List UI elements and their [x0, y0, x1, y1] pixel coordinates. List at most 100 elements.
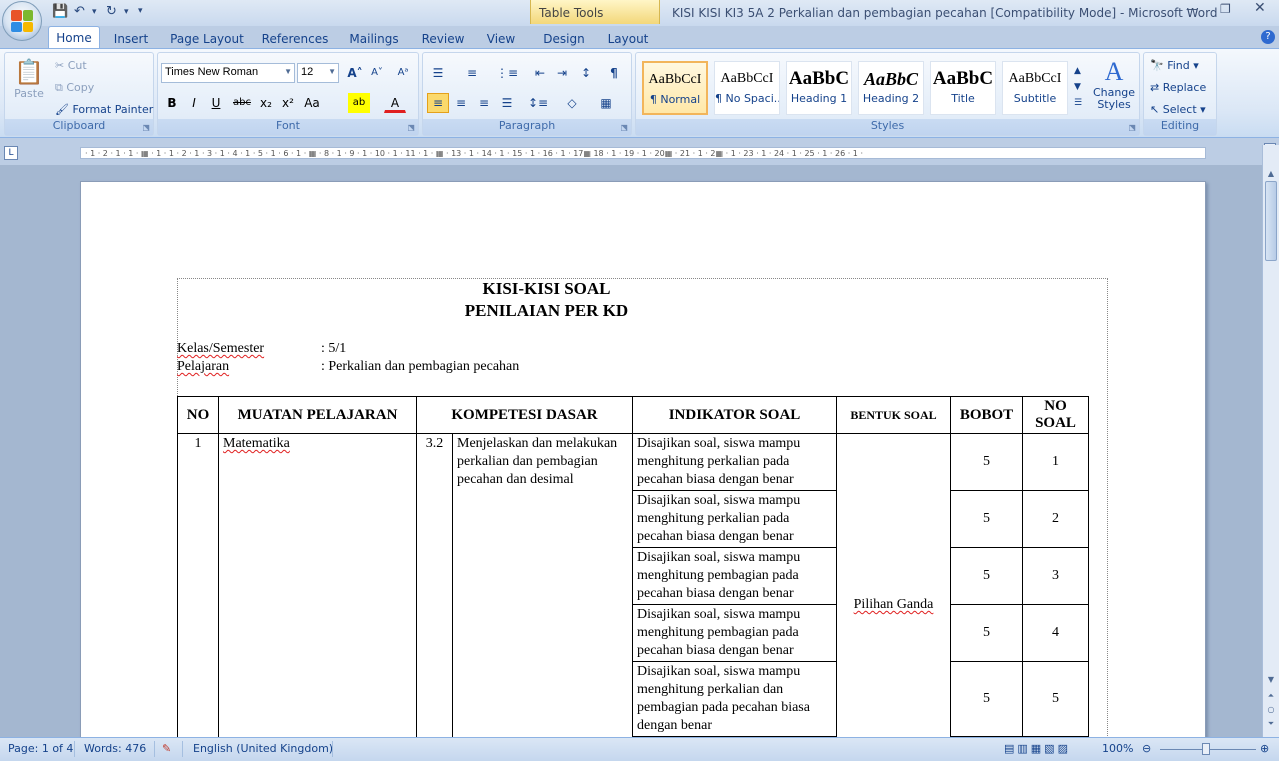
bold-icon[interactable]: B — [161, 93, 183, 113]
shrink-font-icon[interactable]: A˅ — [366, 63, 388, 83]
underline-icon[interactable]: U — [205, 93, 227, 113]
tab-design[interactable]: Design — [536, 28, 592, 48]
borders-icon[interactable]: ▦ — [595, 93, 617, 113]
scroll-thumb[interactable] — [1265, 181, 1277, 261]
superscript-icon[interactable]: x² — [277, 93, 299, 113]
undo-dropdown-icon[interactable]: ▾ — [92, 7, 97, 17]
multilevel-list-icon[interactable]: ⋮≡ — [495, 63, 518, 83]
pilcrow-icon[interactable]: ¶ — [603, 63, 625, 83]
increase-indent-icon[interactable]: ⇥ — [551, 63, 573, 83]
change-case-icon[interactable]: Aa — [301, 93, 323, 113]
change-styles-icon: A — [1104, 57, 1124, 86]
font-color-icon[interactable]: A — [384, 93, 406, 113]
tab-view[interactable]: View — [480, 28, 522, 48]
help-icon[interactable]: ? — [1261, 30, 1275, 44]
align-right-icon[interactable]: ≡ — [473, 93, 495, 113]
tab-page-layout[interactable]: Page Layout — [170, 28, 244, 48]
justify-icon[interactable]: ☰ — [496, 93, 518, 113]
replace-button[interactable]: ⇄ Replace — [1150, 81, 1206, 94]
clipboard-launcher-icon[interactable]: ⬔ — [142, 123, 150, 132]
change-styles-label: Change Styles — [1092, 86, 1136, 111]
styles-launcher-icon[interactable]: ⬔ — [1128, 123, 1136, 132]
sort-icon[interactable]: ↕ — [575, 63, 597, 83]
shading-icon[interactable]: ◇ — [561, 93, 583, 113]
font-name-combo[interactable]: Times New Roman ▼ — [161, 63, 295, 83]
tab-mailings[interactable]: Mailings — [344, 28, 404, 48]
proofing-icon[interactable]: ✎ — [162, 742, 171, 755]
highlight-icon[interactable]: ab — [348, 93, 370, 113]
clear-formatting-icon[interactable]: Aᵃ — [392, 63, 414, 83]
italic-icon[interactable]: I — [183, 93, 205, 113]
restore-icon[interactable]: ❐ — [1220, 2, 1231, 16]
style-no-spacing[interactable]: AaBbCcI ¶ No Spaci... — [714, 61, 780, 115]
font-launcher-icon[interactable]: ⬔ — [407, 123, 415, 132]
style-heading-2[interactable]: AaBbC Heading 2 — [858, 61, 924, 115]
font-size-combo[interactable]: 12 ▼ — [297, 63, 339, 83]
style-normal[interactable]: AaBbCcI ¶ Normal — [642, 61, 708, 115]
select-button[interactable]: ↖ Select ▾ — [1150, 103, 1206, 116]
bullets-icon[interactable]: ☰ — [427, 63, 449, 83]
change-styles-button[interactable]: A Change Styles — [1090, 57, 1138, 111]
zoom-out-icon[interactable]: ⊖ — [1142, 742, 1151, 755]
paste-button[interactable]: 📋 Paste — [11, 57, 47, 100]
tab-references[interactable]: References — [260, 28, 330, 48]
office-button[interactable] — [2, 1, 42, 41]
minimize-icon[interactable]: — — [1186, 2, 1198, 16]
doc-heading-2: PENILAIAN PER KD — [464, 301, 629, 320]
scroll-down-icon[interactable]: ▼ — [1074, 79, 1082, 95]
grow-font-icon[interactable]: A˄ — [344, 63, 366, 83]
tab-layout[interactable]: Layout — [602, 28, 654, 48]
decrease-indent-icon[interactable]: ⇤ — [529, 63, 551, 83]
undo-icon[interactable]: ↶ — [74, 4, 85, 19]
align-left-icon[interactable]: ≡ — [427, 93, 449, 113]
style-name: Title — [951, 92, 975, 105]
close-icon[interactable]: ✕ — [1254, 0, 1266, 16]
previous-page-icon[interactable]: ⏶ — [1263, 691, 1279, 701]
browse-object-icon[interactable]: ○ — [1263, 705, 1279, 714]
window-title: KISI KISI KI3 5A 2 Perkalian dan pembagi… — [672, 6, 1218, 20]
scroll-down-icon[interactable]: ▼ — [1263, 675, 1279, 684]
next-page-icon[interactable]: ⏷ — [1263, 719, 1279, 729]
vertical-scrollbar[interactable]: ▲ ▼ ⏶ ○ ⏷ — [1262, 145, 1279, 737]
zoom-slider-handle[interactable] — [1202, 743, 1210, 755]
paragraph-launcher-icon[interactable]: ⬔ — [620, 123, 628, 132]
style-heading-1[interactable]: AaBbC Heading 1 — [786, 61, 852, 115]
redo-icon[interactable]: ↻ — [106, 4, 117, 19]
cut-button[interactable]: ✂ Cut — [55, 59, 87, 72]
status-bar: Page: 1 of 4 Words: 476 ✎ English (Unite… — [0, 737, 1279, 761]
tab-home[interactable]: Home — [48, 26, 100, 49]
save-icon[interactable]: 💾 — [52, 4, 68, 19]
style-title[interactable]: AaBbC Title — [930, 61, 996, 115]
customize-toolbar-icon[interactable]: ▾ — [138, 6, 143, 16]
language[interactable]: English (United Kingdom) — [193, 742, 333, 755]
strikethrough-icon[interactable]: abc — [231, 93, 253, 113]
more-styles-icon[interactable]: ☰ — [1074, 95, 1082, 111]
tab-insert[interactable]: Insert — [108, 28, 154, 48]
styles-scroll[interactable]: ▲ ▼ ☰ — [1074, 63, 1082, 111]
word-count[interactable]: Words: 476 — [84, 742, 146, 755]
page-count[interactable]: Page: 1 of 4 — [8, 742, 73, 755]
tab-review[interactable]: Review — [418, 28, 468, 48]
subscript-icon[interactable]: x₂ — [255, 93, 277, 113]
header-bentuk: BENTUK SOAL — [836, 396, 951, 434]
zoom-in-icon[interactable]: ⊕ — [1260, 742, 1269, 755]
format-painter-button[interactable]: 🖌 Format Painter — [55, 103, 153, 116]
line-spacing-icon[interactable]: ↕≡ — [527, 93, 549, 113]
copy-button[interactable]: ⧉ Copy — [55, 81, 94, 95]
redo-dropdown-icon[interactable]: ▾ — [124, 7, 129, 17]
scroll-up-icon[interactable]: ▲ — [1074, 63, 1082, 79]
cell-no-soal: 1 — [1022, 433, 1089, 491]
view-buttons[interactable]: ▤▥▦▧▨ — [1004, 742, 1071, 755]
cell-kd-text: Menjelaskan dan melakukan perkalian dan … — [452, 433, 633, 737]
page[interactable]: KISI-KISI SOAL PENILAIAN PER KD Kelas/Se… — [80, 181, 1206, 737]
divider — [332, 741, 333, 757]
tab-selector-icon[interactable]: L — [4, 146, 18, 160]
align-center-icon[interactable]: ≡ — [450, 93, 472, 113]
scroll-up-icon[interactable]: ▲ — [1263, 169, 1279, 178]
numbering-icon[interactable]: ≡ — [461, 63, 483, 83]
find-button[interactable]: 🔭 Find ▾ — [1150, 59, 1199, 72]
style-subtitle[interactable]: AaBbCcI Subtitle — [1002, 61, 1068, 115]
horizontal-ruler[interactable]: · 1 · 2 · 1 · 1 · ▦ · 1 · 1 · 2 · 1 · 3 … — [80, 147, 1206, 159]
scissors-icon: ✂ — [55, 59, 65, 72]
zoom-level[interactable]: 100% — [1102, 742, 1133, 755]
